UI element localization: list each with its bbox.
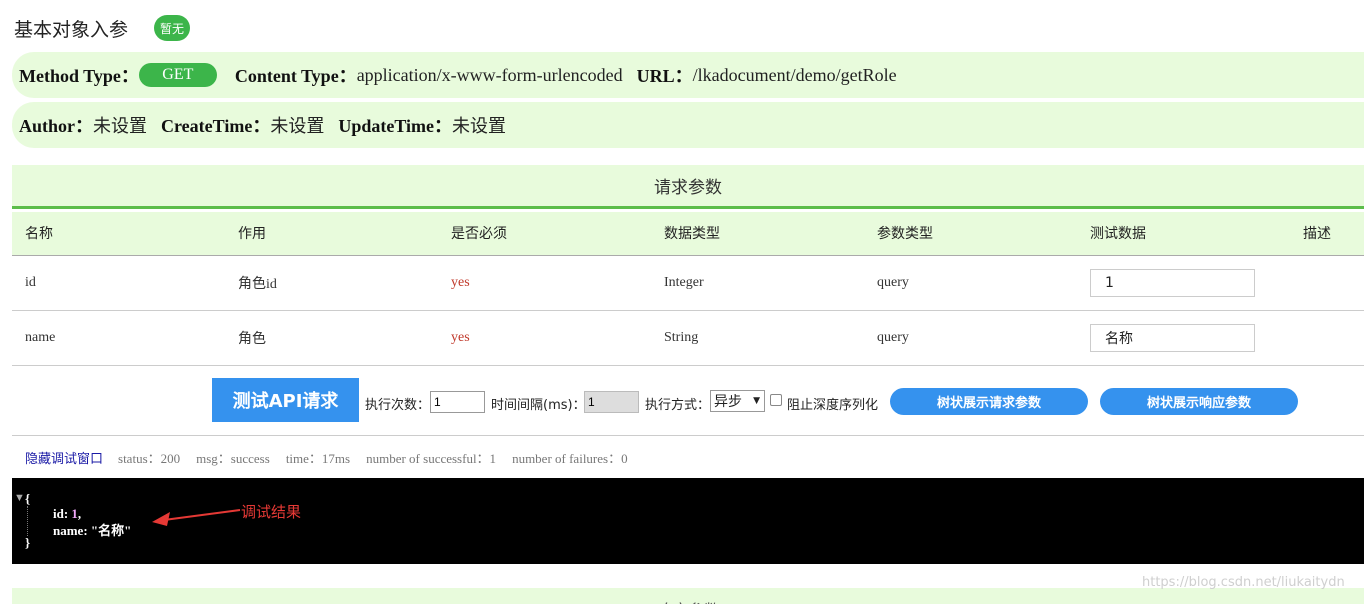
url-label: URL： — [636, 66, 693, 86]
json-line-name: name: "名称" — [53, 520, 131, 539]
column-header: 参数类型 — [864, 212, 1077, 256]
json-open-brace: { — [25, 491, 31, 506]
test-data-cell — [1077, 310, 1290, 366]
url-value: /lkadocument/demo/getRole — [692, 64, 897, 85]
param-role: 角色 — [225, 310, 438, 366]
interval-label: 时间间隔(ms)： — [491, 398, 586, 413]
table-header-row: 名称 作用 是否必须 数据类型 参数类型 测试数据 描述 — [12, 212, 1364, 256]
test-data-input-id[interactable] — [1090, 268, 1255, 297]
status-successful: number of successful：1 — [366, 450, 497, 466]
column-header: 数据类型 — [651, 212, 864, 256]
no-deep-serialize-label: 阻止深度序列化 — [787, 398, 879, 413]
column-header: 测试数据 — [1077, 212, 1290, 256]
title-row: 基本对象入参 暂无 — [14, 14, 191, 42]
exec-mode-select[interactable]: 异步 ▼ — [710, 390, 765, 412]
debug-status-row: 隐藏调试窗口 status：200 msg：success time：17ms … — [25, 447, 644, 467]
param-required: yes — [438, 255, 651, 311]
json-close-brace: } — [25, 535, 31, 550]
column-header: 名称 — [12, 212, 225, 256]
test-data-cell — [1077, 255, 1290, 311]
annotation-arrow-icon — [152, 509, 241, 526]
chevron-down-icon: ▼ — [753, 396, 760, 406]
test-data-input-name[interactable] — [1090, 323, 1255, 352]
exec-mode-value: 异步 — [714, 394, 742, 410]
column-header: 作用 — [225, 212, 438, 256]
param-name: id — [12, 255, 225, 311]
request-params-header: 请求参数 — [12, 165, 1364, 209]
param-name: name — [12, 310, 225, 366]
param-data-type: Integer — [651, 255, 864, 311]
content-type-value: application/x-www-form-urlencoded — [356, 64, 623, 85]
hide-debug-window-link[interactable]: 隐藏调试窗口 — [25, 448, 103, 467]
param-description — [1290, 310, 1364, 366]
status-failures: number of failures：0 — [512, 450, 628, 466]
exec-mode-label: 执行方式： — [645, 398, 711, 413]
status-badge: 暂无 — [154, 15, 191, 41]
param-type: query — [864, 255, 1077, 311]
param-data-type: String — [651, 310, 864, 366]
tree-request-button[interactable]: 树状展示请求参数 — [890, 388, 1088, 415]
update-time-label: UpdateTime： — [338, 116, 452, 136]
param-description — [1290, 255, 1364, 311]
table-row: name 角色 yes String query — [12, 310, 1364, 366]
author-value: 未设置 — [93, 116, 148, 136]
page-title: 基本对象入参 — [14, 18, 129, 41]
param-type: query — [864, 310, 1077, 366]
method-badge: GET — [138, 63, 217, 87]
collapse-toggle-icon[interactable]: ▼ — [14, 492, 25, 504]
author-meta-bar: Author： 未设置 CreateTime： 未设置 UpdateTime： … — [12, 102, 1364, 148]
param-required: yes — [438, 310, 651, 366]
request-params-table: 名称 作用 是否必须 数据类型 参数类型 测试数据 描述 id 角色id yes… — [12, 212, 1364, 366]
author-label: Author： — [19, 116, 94, 136]
method-type-label: Method Type： — [19, 66, 139, 86]
param-role: 角色id — [225, 255, 438, 311]
watermark: https://blog.csdn.net/liukaitydn — [1142, 575, 1345, 590]
annotation-label: 调试结果 — [241, 503, 302, 521]
column-header: 是否必须 — [438, 212, 651, 256]
tree-response-button[interactable]: 树状展示响应参数 — [1100, 388, 1298, 415]
exec-count-label: 执行次数： — [365, 398, 431, 413]
create-time-value: 未设置 — [270, 116, 325, 136]
response-params-header: 响应参数 — [12, 588, 1364, 604]
interval-input[interactable] — [584, 391, 639, 413]
test-api-button[interactable]: 测试API请求 — [212, 378, 359, 422]
status-msg: msg：success — [196, 450, 270, 466]
exec-count-input[interactable] — [430, 391, 485, 413]
status-code: status：200 — [118, 450, 181, 466]
content-type-label: Content Type： — [234, 66, 357, 86]
table-row: id 角色id yes Integer query — [12, 255, 1364, 311]
status-time: time：17ms — [285, 450, 351, 466]
test-controls: 测试API请求 执行次数： 时间间隔(ms)： 执行方式： 异步 ▼ 阻止深度序… — [12, 366, 1364, 436]
json-indent-guide — [27, 506, 28, 536]
column-header: 描述 — [1290, 212, 1364, 256]
json-key: name: — [53, 523, 91, 538]
update-time-value: 未设置 — [452, 116, 506, 136]
json-value: "名称" — [90, 523, 132, 538]
request-meta-bar: Method Type： GET Content Type： applicati… — [12, 52, 1364, 98]
json-key: id: — [53, 506, 72, 521]
json-comma: , — [77, 506, 82, 521]
no-deep-serialize-checkbox[interactable] — [770, 394, 782, 406]
create-time-label: CreateTime： — [161, 116, 271, 136]
